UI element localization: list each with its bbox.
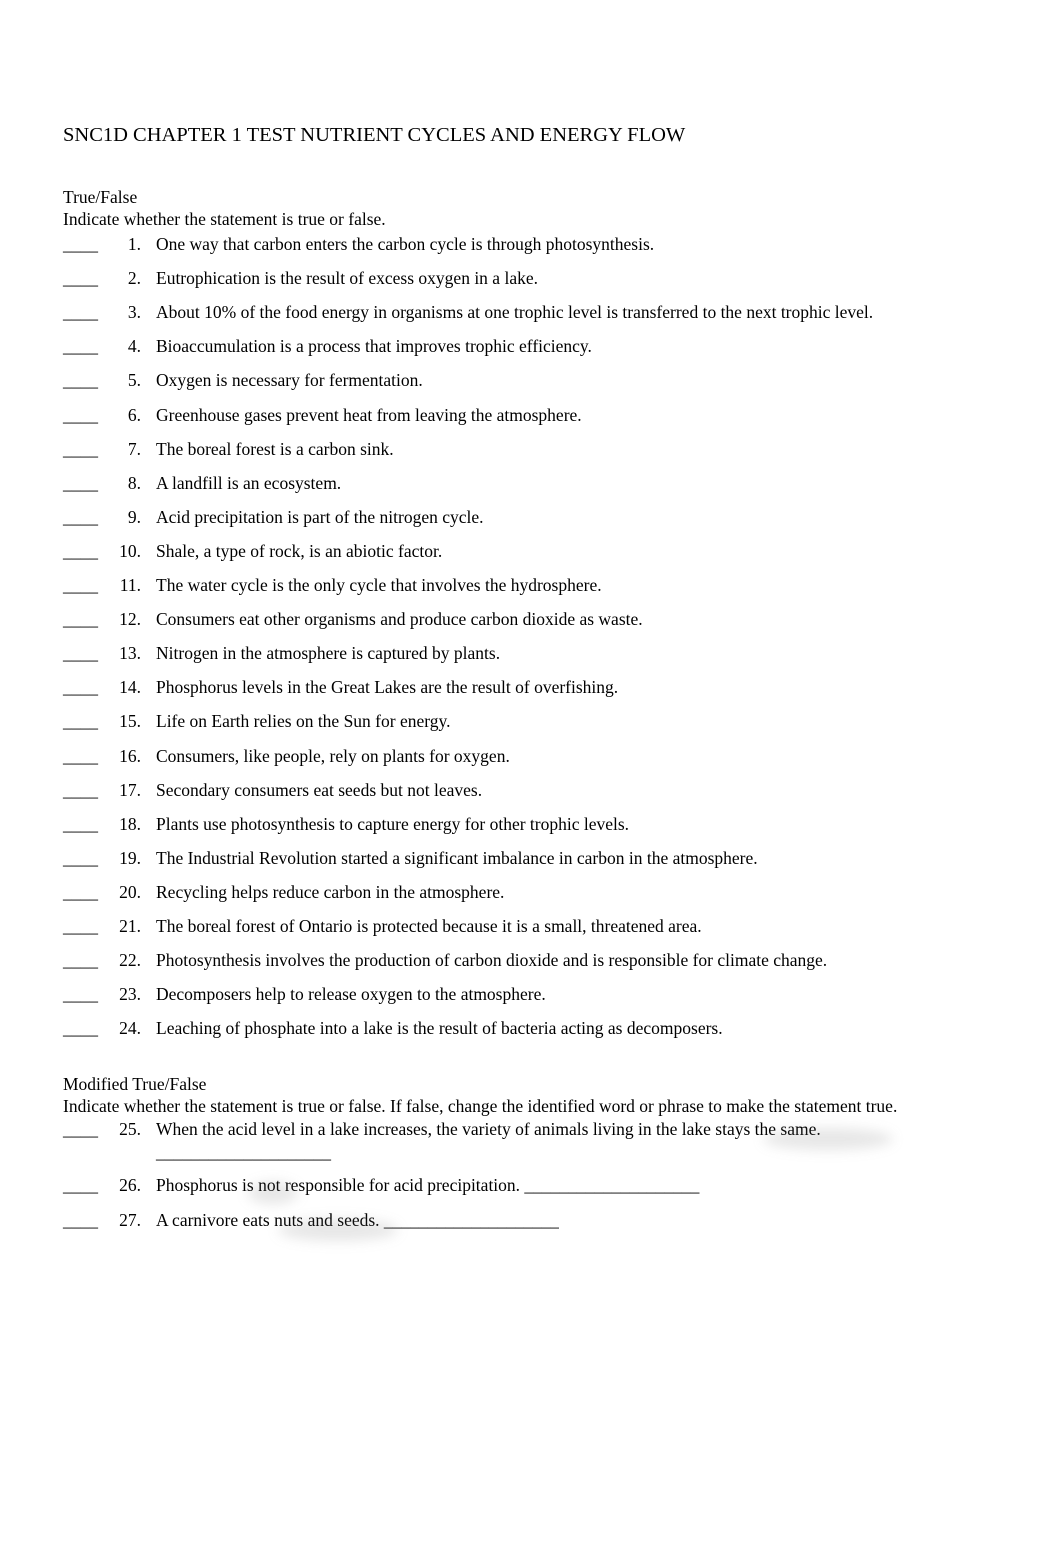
question-number: 2. <box>127 268 141 288</box>
answer-blank[interactable]: ____ <box>63 745 98 767</box>
question-number: 25. <box>119 1119 141 1139</box>
question-text: Secondary consumers eat seeds but not le… <box>156 780 483 800</box>
question-text: Decomposers help to release oxygen to th… <box>156 984 546 1004</box>
question-text: One way that carbon enters the carbon cy… <box>156 234 655 254</box>
correction-line[interactable]: ____________________ <box>524 1175 699 1195</box>
question-text: The boreal forest of Ontario is protecte… <box>156 916 702 936</box>
question-number: 7. <box>127 439 141 459</box>
answer-blank[interactable]: ____ <box>63 369 98 391</box>
question-number: 17. <box>119 780 141 800</box>
answer-blank[interactable]: ____ <box>63 335 98 357</box>
answer-blank[interactable]: ____ <box>63 1209 98 1231</box>
question-text: A carnivore eats nuts and seeds. <box>156 1210 380 1230</box>
question-number: 1. <box>127 234 141 254</box>
answer-blank[interactable]: ____ <box>63 574 98 596</box>
answer-blank[interactable]: ____ <box>63 813 98 835</box>
question-text: Recycling helps reduce carbon in the atm… <box>156 882 505 902</box>
answer-blank[interactable]: ____ <box>63 915 98 937</box>
question-number: 16. <box>119 746 141 766</box>
question-number: 8. <box>127 473 141 493</box>
answer-blank[interactable]: ____ <box>63 438 98 460</box>
question-number: 13. <box>119 643 141 663</box>
question-number: 18. <box>119 814 141 834</box>
question-text: Nitrogen in the atmosphere is captured b… <box>156 643 501 663</box>
question-text: The boreal forest is a carbon sink. <box>156 439 394 459</box>
answer-blank[interactable]: ____ <box>63 1017 98 1039</box>
question-text: Plants use photosynthesis to capture ene… <box>156 814 630 834</box>
answer-blank[interactable]: ____ <box>63 1174 98 1196</box>
question-number: 10. <box>119 541 141 561</box>
answer-blank[interactable]: ____ <box>63 949 98 971</box>
answer-blank[interactable]: ____ <box>63 540 98 562</box>
answer-blank[interactable]: ____ <box>63 404 98 426</box>
section-heading-true-false: True/False <box>63 187 138 207</box>
question-number: 24. <box>119 1018 141 1038</box>
answer-blank[interactable]: ____ <box>63 472 98 494</box>
question-text: Oxygen is necessary for fermentation. <box>156 370 423 390</box>
question-text: Phosphorus levels in the Great Lakes are… <box>156 677 619 697</box>
question-text: Greenhouse gases prevent heat from leavi… <box>156 405 582 425</box>
correction-line[interactable]: ____________________ <box>156 1141 331 1163</box>
question-text: About 10% of the food energy in organism… <box>156 302 874 322</box>
question-text: Acid precipitation is part of the nitrog… <box>156 507 484 527</box>
answer-blank[interactable]: ____ <box>63 642 98 664</box>
answer-blank[interactable]: ____ <box>63 301 98 323</box>
question-text: Eutrophication is the result of excess o… <box>156 268 538 288</box>
question-number: 20. <box>119 882 141 902</box>
question-number: 5. <box>127 370 141 390</box>
correction-line[interactable]: ____________________ <box>384 1210 559 1230</box>
question-text: Phosphorus is not responsible for acid p… <box>156 1175 521 1195</box>
question-text: Consumers, like people, rely on plants f… <box>156 746 510 766</box>
question-number: 19. <box>119 848 141 868</box>
answer-blank[interactable]: ____ <box>63 779 98 801</box>
question-number: 14. <box>119 677 141 697</box>
question-number: 3. <box>127 302 141 322</box>
question-number: 26. <box>119 1175 141 1195</box>
question-number: 22. <box>119 950 141 970</box>
question-number: 15. <box>119 711 141 731</box>
question-number: 23. <box>119 984 141 1004</box>
answer-blank[interactable]: ____ <box>63 881 98 903</box>
section-heading-modified-true-false: Modified True/False <box>63 1074 207 1094</box>
answer-blank[interactable]: ____ <box>63 233 98 255</box>
answer-blank[interactable]: ____ <box>63 710 98 732</box>
question-text: Bioaccumulation is a process that improv… <box>156 336 592 356</box>
question-text: When the acid level in a lake increases,… <box>156 1119 821 1139</box>
question-number: 11. <box>119 575 141 595</box>
question-text: Shale, a type of rock, is an abiotic fac… <box>156 541 443 561</box>
answer-blank[interactable]: ____ <box>63 608 98 630</box>
section-instructions-true-false: Indicate whether the statement is true o… <box>63 209 386 229</box>
question-text: Photosynthesis involves the production o… <box>156 950 828 970</box>
answer-blank[interactable]: ____ <box>63 847 98 869</box>
page-title: SNC1D CHAPTER 1 TEST NUTRIENT CYCLES AND… <box>63 124 686 146</box>
question-text-wrap: A carnivore eats nuts and seeds. _______… <box>156 1209 559 1231</box>
question-text: Leaching of phosphate into a lake is the… <box>156 1018 723 1038</box>
question-text-wrap: Phosphorus is not responsible for acid p… <box>156 1174 699 1196</box>
question-text: Life on Earth relies on the Sun for ener… <box>156 711 451 731</box>
answer-blank[interactable]: ____ <box>63 267 98 289</box>
answer-blank[interactable]: ____ <box>63 676 98 698</box>
question-number: 12. <box>119 609 141 629</box>
question-number: 6. <box>127 405 141 425</box>
answer-blank[interactable]: ____ <box>63 506 98 528</box>
question-text: The Industrial Revolution started a sign… <box>156 848 758 868</box>
section-instructions-modified-true-false: Indicate whether the statement is true o… <box>63 1096 898 1116</box>
question-number: 27. <box>119 1210 141 1230</box>
question-text: A landfill is an ecosystem. <box>156 473 342 493</box>
question-number: 4. <box>127 336 141 356</box>
question-text: Consumers eat other organisms and produc… <box>156 609 643 629</box>
question-number: 9. <box>127 507 141 527</box>
answer-blank[interactable]: ____ <box>63 983 98 1005</box>
answer-blank[interactable]: ____ <box>63 1118 98 1140</box>
question-number: 21. <box>119 916 141 936</box>
question-text: The water cycle is the only cycle that i… <box>156 575 602 595</box>
